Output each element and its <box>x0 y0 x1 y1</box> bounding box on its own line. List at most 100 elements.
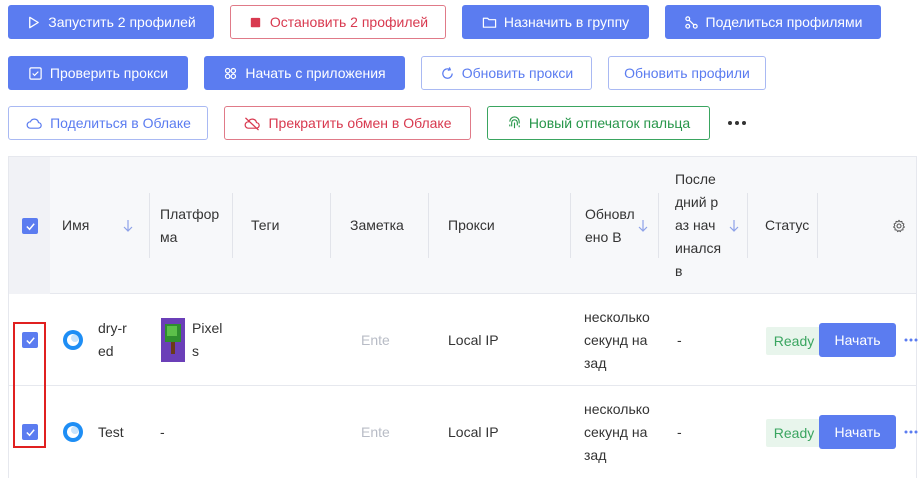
folder-icon <box>482 17 497 28</box>
select-all-checkbox[interactable] <box>22 218 38 234</box>
browser-icon <box>63 330 83 350</box>
profile-name[interactable]: Test <box>98 421 124 443</box>
pixel-tree-icon <box>165 324 181 354</box>
new-fingerprint-button[interactable]: Новый отпечаток пальца <box>487 106 710 140</box>
stop-icon <box>250 17 261 27</box>
status-badge-text: Ready <box>773 333 815 349</box>
proxy-value-text: Local IP <box>448 423 499 440</box>
start-profile-button[interactable]: Начать <box>819 415 896 449</box>
more-actions-button[interactable] <box>726 114 748 132</box>
header-platform: Платформа <box>150 157 233 294</box>
sort-arrow-icon[interactable] <box>728 219 740 233</box>
profile-name-text: dry-red <box>98 320 127 359</box>
platform-name-text: - <box>160 423 165 440</box>
header-proxy: Прокси <box>429 157 571 294</box>
check-icon <box>25 222 35 230</box>
stop-profiles-label: Остановить 2 профилей <box>269 14 429 30</box>
platform-thumbnail <box>161 318 185 362</box>
selected-rows-highlight <box>13 322 46 448</box>
update-profiles-button[interactable]: Обновить профили <box>608 56 766 90</box>
note-placeholder: Ente <box>361 423 390 440</box>
cloud-off-icon <box>245 116 261 131</box>
status-badge-text: Ready <box>773 425 815 441</box>
header-name-label: Имя <box>62 217 90 233</box>
share-profiles-button[interactable]: Поделиться профилями <box>665 5 881 39</box>
profile-name[interactable]: dry-red <box>98 315 138 365</box>
stop-cloud-sharing-button[interactable]: Прекратить обмен в Облаке <box>224 106 471 140</box>
note-input[interactable]: Ente <box>361 329 390 351</box>
sort-arrow-icon[interactable] <box>122 219 134 233</box>
proxy-value: Local IP <box>448 329 499 351</box>
share-profiles-label: Поделиться профилями <box>705 14 863 30</box>
launch-profiles-label: Запустить 2 профилей <box>48 14 196 30</box>
start-from-app-button[interactable]: Начать с приложения <box>204 56 405 90</box>
fingerprint-icon <box>509 115 520 128</box>
header-last-started-label: Последний раз начинался в <box>675 171 722 279</box>
row-more-icon[interactable] <box>904 429 918 435</box>
start-profile-button[interactable]: Начать <box>819 323 896 357</box>
start-from-app-label: Начать с приложения <box>245 65 386 81</box>
stop-profiles-button[interactable]: Остановить 2 профилей <box>230 5 446 39</box>
header-tags-label: Теги <box>251 217 280 233</box>
update-proxy-button[interactable]: Обновить прокси <box>421 56 592 90</box>
platform-name-text: Pixels <box>192 320 223 359</box>
start-profile-label: Начать <box>834 424 881 440</box>
platform-name: Pixels <box>192 315 228 365</box>
header-updated[interactable]: Обновлено В <box>571 157 659 294</box>
check-proxy-label: Проверить прокси <box>49 65 169 81</box>
stop-cloud-sharing-label: Прекратить обмен в Облаке <box>268 115 452 131</box>
row-more-icon[interactable] <box>904 337 918 343</box>
check-proxy-button[interactable]: Проверить прокси <box>8 56 188 90</box>
header-proxy-label: Прокси <box>448 217 495 233</box>
header-tags: Теги <box>233 157 331 294</box>
updated-value-text: несколько секунд назад <box>584 309 650 371</box>
last-started-value: - <box>677 421 682 443</box>
proxy-value-text: Local IP <box>448 331 499 348</box>
note-placeholder: Ente <box>361 331 390 348</box>
apps-icon <box>225 67 237 79</box>
header-platform-label: Платформа <box>160 205 220 245</box>
share-cloud-label: Поделиться в Облаке <box>50 115 191 131</box>
platform-name: - <box>160 421 165 443</box>
last-started-value: - <box>677 329 682 351</box>
more-horizontal-icon <box>728 121 746 125</box>
profiles-table: Имя Платформа Теги Заметка Прокси Обновл… <box>8 156 918 478</box>
header-name[interactable]: Имя <box>50 157 150 294</box>
launch-profiles-button[interactable]: Запустить 2 профилей <box>8 5 214 39</box>
header-note: Заметка <box>331 157 429 294</box>
cloud-icon <box>26 118 42 129</box>
header-last-started[interactable]: Последний раз начинался в <box>659 157 748 294</box>
updated-value: несколько секунд назад <box>584 306 650 375</box>
header-note-label: Заметка <box>350 217 404 233</box>
status-badge: Ready <box>766 419 822 447</box>
profile-name-text: Test <box>98 423 124 440</box>
last-started-value-text: - <box>677 423 682 440</box>
browser-icon <box>63 422 83 442</box>
play-icon <box>29 16 40 28</box>
header-updated-label: Обновлено В <box>585 205 635 245</box>
status-badge: Ready <box>766 327 822 355</box>
start-profile-label: Начать <box>834 332 881 348</box>
sort-arrow-icon[interactable] <box>637 219 649 233</box>
updated-value-text: несколько секунд назад <box>584 401 650 463</box>
update-proxy-label: Обновить прокси <box>461 65 574 81</box>
proxy-value: Local IP <box>448 421 499 443</box>
table-row[interactable]: Test - Ente Local IP несколько секунд на… <box>9 386 918 478</box>
refresh-icon <box>441 66 453 79</box>
share-nodes-icon <box>684 15 698 29</box>
checkbox-icon <box>29 66 42 80</box>
last-started-value-text: - <box>677 331 682 348</box>
gear-icon[interactable] <box>892 219 906 233</box>
note-input[interactable]: Ente <box>361 421 390 443</box>
header-select-all <box>9 157 50 294</box>
share-cloud-button[interactable]: Поделиться в Облаке <box>8 106 208 140</box>
updated-value: несколько секунд назад <box>584 398 650 467</box>
assign-group-button[interactable]: Назначить в группу <box>462 5 649 39</box>
header-settings[interactable] <box>818 157 916 294</box>
assign-group-label: Назначить в группу <box>503 14 630 30</box>
table-header: Имя Платформа Теги Заметка Прокси Обновл… <box>9 157 916 294</box>
header-status: Статус <box>748 157 818 294</box>
header-status-label: Статус <box>765 217 810 233</box>
table-row[interactable]: dry-red Pixels Ente Local IP несколько с… <box>9 294 918 386</box>
new-fingerprint-label: Новый отпечаток пальца <box>528 115 691 131</box>
